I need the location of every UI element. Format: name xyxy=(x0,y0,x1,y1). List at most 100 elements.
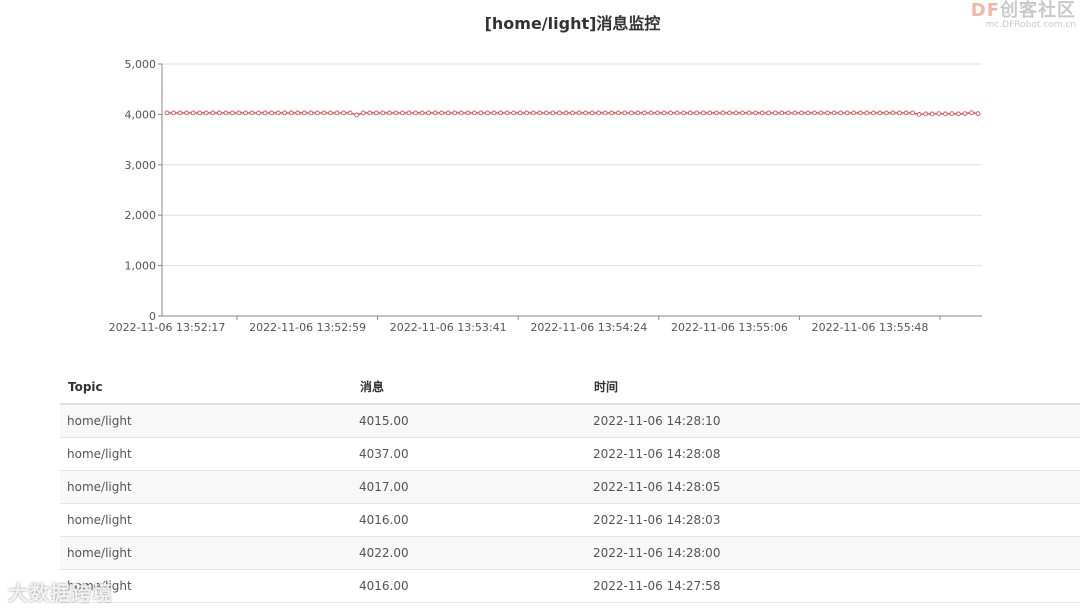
data-point xyxy=(445,110,451,116)
data-point xyxy=(635,110,641,116)
data-point xyxy=(478,110,484,116)
data-point xyxy=(230,110,235,116)
data-point xyxy=(184,110,189,116)
cell-message: 4017.00 xyxy=(352,470,586,504)
data-point xyxy=(570,110,575,116)
cell-topic: home/light xyxy=(60,404,352,438)
data-point xyxy=(177,110,183,116)
data-point xyxy=(256,110,261,116)
data-point xyxy=(400,110,405,116)
data-point xyxy=(413,110,418,116)
data-point xyxy=(321,110,327,116)
data-point xyxy=(458,110,464,116)
data-point xyxy=(236,110,242,116)
data-point xyxy=(171,110,176,116)
cell-message: 4037.00 xyxy=(352,437,586,471)
data-point xyxy=(799,110,804,116)
data-point xyxy=(766,110,772,116)
data-point xyxy=(354,112,360,118)
message-table: Topic 消息 时间 home/light 4015.00 2022-11-0… xyxy=(60,370,1080,603)
data-point xyxy=(687,110,693,116)
data-point xyxy=(583,110,588,116)
data-point xyxy=(897,110,902,116)
data-point xyxy=(465,110,471,116)
cell-topic: home/light xyxy=(60,536,352,570)
chart-page: [home/light]消息监控 0 1,000 2,000 3,000 4,000 5,… xyxy=(0,0,1080,614)
data-point xyxy=(642,110,647,116)
data-point xyxy=(929,111,935,117)
x-tick-label: 2022-11-06 13:52:17 xyxy=(109,321,226,334)
data-point xyxy=(792,110,798,116)
header-time: 时间 xyxy=(586,370,1080,405)
data-point xyxy=(223,110,229,116)
data-point xyxy=(380,110,386,116)
y-tick-label: 5,000 xyxy=(125,58,157,71)
data-point xyxy=(936,111,942,116)
data-point xyxy=(563,110,569,116)
data-point xyxy=(472,110,477,116)
cell-time: 2022-11-06 14:28:05 xyxy=(586,470,1080,504)
table-row: home/light 4016.00 2022-11-06 14:27:58 xyxy=(60,569,1080,603)
data-point xyxy=(367,110,373,116)
x-tick-label: 2022-11-06 13:54:24 xyxy=(530,321,647,334)
data-point xyxy=(969,110,974,115)
data-point xyxy=(426,110,431,116)
data-point xyxy=(269,110,274,116)
data-point xyxy=(203,110,209,116)
data-point xyxy=(517,110,523,116)
cell-message: 4016.00 xyxy=(352,503,586,537)
table-row: home/light 4017.00 2022-11-06 14:28:05 xyxy=(60,470,1080,504)
y-tick-label: 4,000 xyxy=(125,108,157,121)
data-point xyxy=(910,110,915,116)
data-point xyxy=(759,110,765,116)
data-point xyxy=(733,110,739,116)
data-point xyxy=(681,110,687,116)
data-point xyxy=(334,110,340,116)
cell-time: 2022-11-06 14:28:03 xyxy=(586,503,1080,537)
cell-message: 4016.00 xyxy=(352,569,586,603)
cell-message: 4022.00 xyxy=(352,536,586,570)
data-point xyxy=(877,110,883,116)
watermark-bottom: 大数据跨境 xyxy=(8,581,113,605)
data-point xyxy=(543,110,549,116)
data-point xyxy=(197,110,203,116)
data-point xyxy=(485,110,490,116)
data-point xyxy=(864,110,870,116)
data-point xyxy=(903,110,909,116)
data-point xyxy=(315,110,320,116)
table-row: home/light 4016.00 2022-11-06 14:28:03 xyxy=(60,503,1080,537)
data-point xyxy=(818,110,824,116)
table-row: home/light 4015.00 2022-11-06 14:28:10 xyxy=(60,404,1080,438)
table-header-row: Topic 消息 时间 xyxy=(60,370,1080,405)
data-point xyxy=(439,110,445,116)
data-point xyxy=(916,112,922,117)
x-tick-label: 2022-11-06 13:52:59 xyxy=(249,321,366,334)
data-point xyxy=(707,110,713,116)
y-tick-label: 1,000 xyxy=(125,260,157,273)
data-point xyxy=(772,110,778,116)
header-topic: Topic xyxy=(60,370,352,405)
data-point xyxy=(674,110,680,116)
data-point xyxy=(190,110,196,116)
data-point xyxy=(884,110,889,116)
data-point xyxy=(949,111,955,116)
data-point xyxy=(432,110,438,116)
data-point xyxy=(347,110,353,116)
data-point xyxy=(452,110,458,116)
data-point xyxy=(524,110,530,116)
y-tick-label: 3,000 xyxy=(125,159,157,172)
data-point xyxy=(341,110,346,116)
watermark-logo-prefix: DF xyxy=(970,0,1000,21)
data-point xyxy=(295,110,301,116)
data-point xyxy=(668,110,673,116)
data-point xyxy=(262,110,268,116)
cell-time: 2022-11-06 14:28:08 xyxy=(586,437,1080,471)
data-point xyxy=(831,110,837,116)
cell-time: 2022-11-06 14:28:10 xyxy=(586,404,1080,438)
data-point xyxy=(609,110,615,116)
cell-message: 4015.00 xyxy=(352,404,586,438)
data-point xyxy=(890,110,896,116)
watermark-logo-url: mc.DFRobot.com.cn xyxy=(985,20,1076,30)
data-point xyxy=(694,110,700,116)
data-point xyxy=(288,110,294,116)
